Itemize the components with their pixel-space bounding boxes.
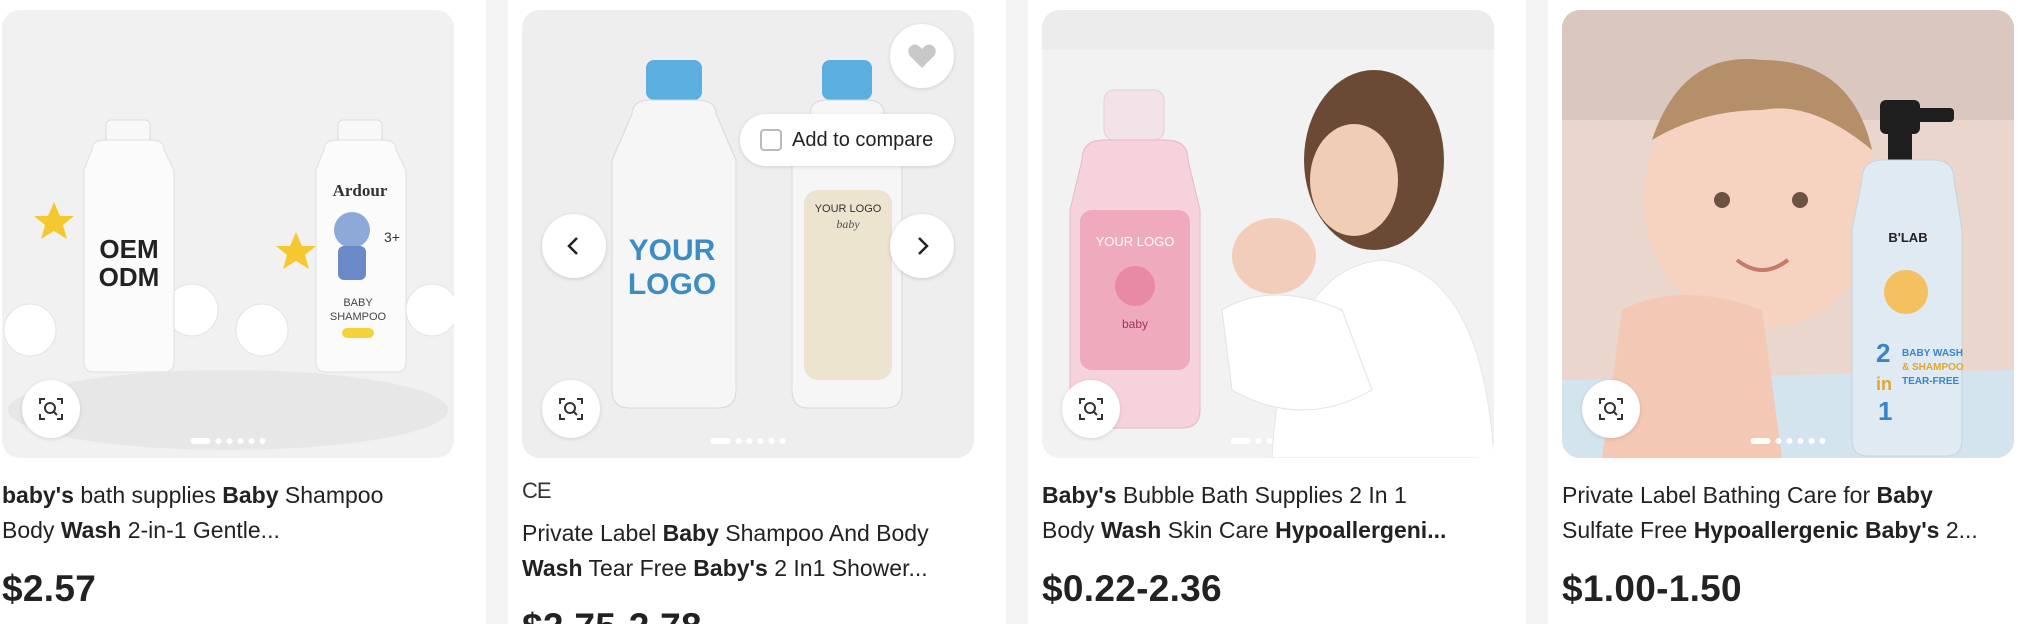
image-search-icon xyxy=(1079,398,1103,420)
favorite-button[interactable] xyxy=(890,24,954,88)
product-title[interactable]: baby's bath supplies Baby Shampoo Body W… xyxy=(2,478,454,548)
svg-text:3+: 3+ xyxy=(384,229,400,245)
product-price: $2.57 xyxy=(2,568,97,609)
product-price: $2.75-2.78 xyxy=(522,606,702,624)
image-search-icon xyxy=(39,398,63,420)
carousel-dot[interactable] xyxy=(1750,438,1771,444)
carousel-dot[interactable] xyxy=(215,438,222,444)
title-line-2: Sulfate Free Hypoallergenic Baby's 2... xyxy=(1562,517,1978,543)
ce-certification-mark: CE xyxy=(522,478,552,503)
carousel-dot[interactable] xyxy=(226,438,233,444)
product-grid: OEM ODM Ardour 3+ BABY SHAMPOO baby's ba… xyxy=(0,0,2024,624)
image-carousel-dots xyxy=(1750,438,1826,444)
product-title[interactable]: Private Label Bathing Care for Baby Sulf… xyxy=(1562,478,2014,548)
carousel-dot[interactable] xyxy=(1819,438,1826,444)
title-line-2: Body Wash 2-in-1 Gentle... xyxy=(2,517,280,543)
heart-icon xyxy=(908,44,936,68)
carousel-dot[interactable] xyxy=(1797,438,1804,444)
add-to-compare-button[interactable]: Add to compare xyxy=(740,114,954,166)
chevron-right-icon xyxy=(918,237,929,255)
svg-text:baby: baby xyxy=(1122,317,1148,331)
svg-text:baby: baby xyxy=(836,217,860,231)
image-carousel-dots xyxy=(1230,438,1306,444)
product-card[interactable]: OEM ODM Ardour 3+ BABY SHAMPOO baby's ba… xyxy=(0,0,486,624)
your-logo-text-1: YOUR xyxy=(629,234,716,267)
carousel-dot[interactable] xyxy=(1786,438,1793,444)
svg-text:BABY: BABY xyxy=(343,297,373,309)
product-image[interactable]: OEM ODM Ardour 3+ BABY SHAMPOO xyxy=(2,10,454,458)
title-line-2: Body Wash Skin Care Hypoallergeni... xyxy=(1042,517,1447,543)
image-carousel-dots xyxy=(710,438,786,444)
product-image[interactable]: B'LAB 2 in 1 BABY WASH & SHAMPOO TEAR-FR… xyxy=(1562,10,2014,458)
carousel-dot[interactable] xyxy=(190,438,211,444)
oem-bottle-text-1: OEM xyxy=(99,234,158,264)
title-line-2: Wash Tear Free Baby's 2 In1 Shower... xyxy=(522,555,928,581)
image-search-button[interactable] xyxy=(1582,380,1640,438)
svg-text:BABY WASH: BABY WASH xyxy=(1902,348,1963,359)
svg-text:YOUR LOGO: YOUR LOGO xyxy=(815,203,882,215)
carousel-dot[interactable] xyxy=(237,438,244,444)
title-line-1: Baby's Bubble Bath Supplies 2 In 1 xyxy=(1042,482,1407,508)
image-search-button[interactable] xyxy=(22,380,80,438)
product-title[interactable]: Private Label Baby Shampoo And Body Wash… xyxy=(522,516,974,586)
svg-text:in: in xyxy=(1876,374,1892,394)
svg-text:& SHAMPOO: & SHAMPOO xyxy=(1902,362,1964,373)
compare-label: Add to compare xyxy=(792,128,934,151)
image-search-button[interactable] xyxy=(542,380,600,438)
carousel-dot[interactable] xyxy=(746,438,753,444)
carousel-dot[interactable] xyxy=(710,438,731,444)
image-carousel-dots xyxy=(190,438,266,444)
carousel-dot[interactable] xyxy=(757,438,764,444)
carousel-dot[interactable] xyxy=(735,438,742,444)
svg-text:YOUR LOGO: YOUR LOGO xyxy=(1096,234,1175,249)
title-line-1: baby's bath supplies Baby Shampoo xyxy=(2,482,384,508)
oem-bottle-text-2: ODM xyxy=(99,262,160,292)
carousel-dot[interactable] xyxy=(1266,438,1273,444)
carousel-dot[interactable] xyxy=(779,438,786,444)
carousel-dot[interactable] xyxy=(1299,438,1306,444)
carousel-dot[interactable] xyxy=(248,438,255,444)
image-search-icon xyxy=(1599,398,1623,420)
carousel-dot[interactable] xyxy=(1230,438,1251,444)
carousel-dot[interactable] xyxy=(1255,438,1262,444)
compare-checkbox[interactable] xyxy=(760,129,782,151)
image-prev-button[interactable] xyxy=(542,214,606,278)
carousel-dot[interactable] xyxy=(1277,438,1284,444)
product-title[interactable]: Baby's Bubble Bath Supplies 2 In 1 Body … xyxy=(1042,478,1494,548)
ardour-brand: Ardour xyxy=(333,181,388,200)
svg-text:1: 1 xyxy=(1878,396,1892,426)
product-price: $0.22-2.36 xyxy=(1042,568,1222,609)
product-image[interactable]: YOUR LOGO baby xyxy=(1042,10,1494,458)
product-price: $1.00-1.50 xyxy=(1562,568,1742,609)
product-image[interactable]: YOUR LOGO YOUR LOGO baby Add to compare xyxy=(522,10,974,458)
product-card[interactable]: YOUR LOGO baby Baby's Bubble Bath Suppli… xyxy=(1028,0,1526,624)
title-line-1: Private Label Baby Shampoo And Body xyxy=(522,520,929,546)
image-next-button[interactable] xyxy=(890,214,954,278)
chevron-left-icon xyxy=(567,237,578,255)
image-search-icon xyxy=(559,398,583,420)
carousel-dot[interactable] xyxy=(1775,438,1782,444)
your-logo-text-2: LOGO xyxy=(628,268,716,301)
carousel-dot[interactable] xyxy=(1288,438,1295,444)
carousel-dot[interactable] xyxy=(259,438,266,444)
carousel-dot[interactable] xyxy=(1808,438,1815,444)
svg-text:SHAMPOO: SHAMPOO xyxy=(330,311,387,323)
svg-text:TEAR-FREE: TEAR-FREE xyxy=(1902,376,1960,387)
title-line-1: Private Label Bathing Care for Baby xyxy=(1562,482,1933,508)
carousel-dot[interactable] xyxy=(768,438,775,444)
svg-text:2: 2 xyxy=(1876,338,1890,368)
svg-text:B'LAB: B'LAB xyxy=(1888,230,1927,245)
image-search-button[interactable] xyxy=(1062,380,1120,438)
product-card[interactable]: B'LAB 2 in 1 BABY WASH & SHAMPOO TEAR-FR… xyxy=(1548,0,2024,624)
product-card[interactable]: YOUR LOGO YOUR LOGO baby Add to compare xyxy=(508,0,1006,624)
